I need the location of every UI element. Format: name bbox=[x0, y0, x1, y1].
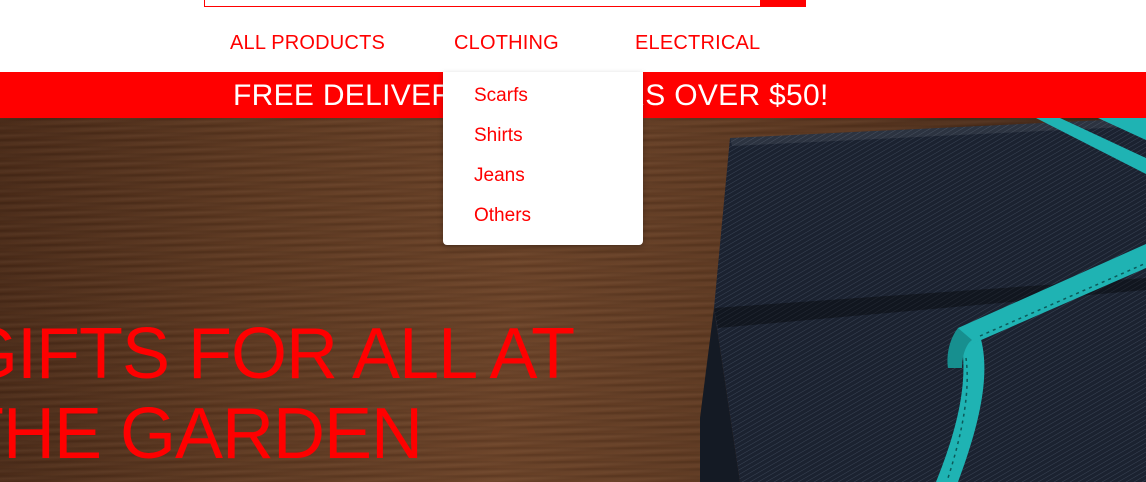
gift-box-image bbox=[700, 118, 1146, 482]
search-input[interactable] bbox=[205, 0, 761, 6]
main-nav: ALL PRODUCTS CLOTHING ELECTRICAL bbox=[0, 20, 1146, 72]
dropdown-item-shirts[interactable]: Shirts bbox=[474, 125, 523, 147]
hero-headline-line-1: GIFTS FOR ALL AT bbox=[0, 314, 575, 394]
dropdown-item-others[interactable]: Others bbox=[474, 205, 531, 227]
search-button[interactable] bbox=[760, 0, 806, 7]
dropdown-item-scarfs[interactable]: Scarfs bbox=[474, 85, 528, 107]
search-bar bbox=[204, 0, 806, 7]
hero-headline-line-2: THE GARDEN bbox=[0, 394, 423, 474]
nav-clothing[interactable]: CLOTHING bbox=[454, 32, 559, 55]
nav-electrical[interactable]: ELECTRICAL bbox=[635, 32, 760, 55]
nav-all-products[interactable]: ALL PRODUCTS bbox=[230, 32, 385, 55]
clothing-dropdown-menu: Scarfs Shirts Jeans Others bbox=[443, 72, 643, 245]
dropdown-item-jeans[interactable]: Jeans bbox=[474, 165, 525, 187]
